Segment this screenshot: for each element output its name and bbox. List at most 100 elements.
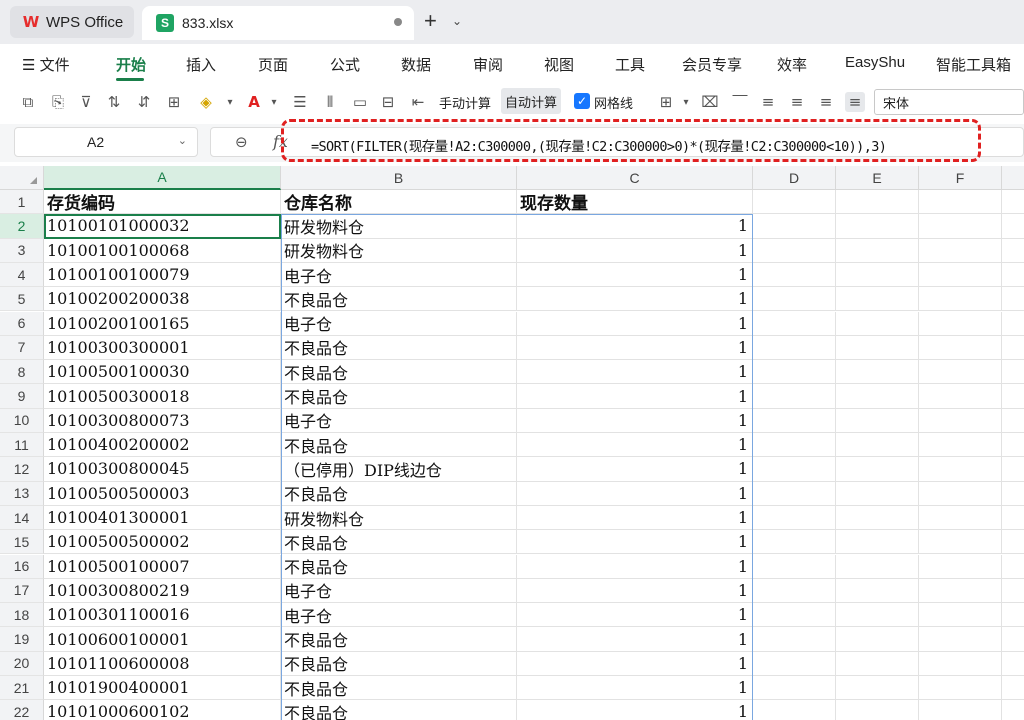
menu-item-data[interactable]: 数据 bbox=[401, 54, 431, 75]
cell[interactable] bbox=[753, 457, 836, 482]
cell[interactable] bbox=[1002, 384, 1024, 409]
cell[interactable] bbox=[836, 651, 919, 676]
cell[interactable]: 10101100600008 bbox=[44, 651, 281, 676]
cell[interactable]: 10100301100016 bbox=[44, 603, 281, 628]
cell[interactable] bbox=[1002, 190, 1024, 215]
cell[interactable] bbox=[919, 408, 1002, 433]
sort-asc-icon[interactable]: ⇅ bbox=[104, 92, 124, 112]
new-tab-button[interactable]: + bbox=[424, 10, 437, 32]
cell[interactable]: 10100500500003 bbox=[44, 481, 281, 506]
cell[interactable] bbox=[1002, 457, 1024, 482]
cell[interactable]: 10100100100079 bbox=[44, 262, 281, 288]
cell[interactable] bbox=[836, 262, 919, 288]
cell[interactable] bbox=[753, 481, 836, 506]
cell[interactable]: 1 bbox=[517, 238, 753, 263]
cell[interactable] bbox=[836, 433, 919, 458]
cell[interactable] bbox=[1002, 627, 1024, 652]
border-icon[interactable]: ⊞ bbox=[164, 92, 184, 112]
cell[interactable]: 1 bbox=[517, 603, 753, 628]
cell[interactable]: 不良品仓 bbox=[281, 651, 517, 676]
cell[interactable] bbox=[753, 651, 836, 676]
cell[interactable] bbox=[836, 700, 919, 720]
cell[interactable]: （已停用）DIP线边仓 bbox=[281, 457, 517, 482]
cell[interactable] bbox=[1002, 214, 1024, 239]
cell[interactable] bbox=[836, 238, 919, 263]
cell[interactable] bbox=[919, 505, 1002, 531]
column-header-d[interactable]: D bbox=[753, 166, 836, 190]
cell[interactable] bbox=[836, 335, 919, 361]
cell[interactable] bbox=[836, 287, 919, 312]
cell[interactable]: 不良品仓 bbox=[281, 360, 517, 385]
cell[interactable] bbox=[1002, 676, 1024, 701]
layout-icon[interactable]: ⊞ bbox=[656, 92, 676, 112]
wps-home-tab[interactable]: W WPS Office bbox=[10, 6, 134, 38]
menu-item-view[interactable]: 视图 bbox=[544, 54, 574, 75]
cell[interactable]: 电子仓 bbox=[281, 262, 517, 288]
menu-item-formula[interactable]: 公式 bbox=[330, 54, 360, 75]
file-menu[interactable]: ☰ 文件 bbox=[22, 54, 70, 75]
cell[interactable] bbox=[836, 457, 919, 482]
cell[interactable]: 10101000600102 bbox=[44, 700, 281, 720]
menu-item-insert[interactable]: 插入 bbox=[186, 54, 216, 75]
name-box[interactable]: A2 ⌄ bbox=[14, 127, 198, 157]
chevron-down-icon[interactable]: ⌄ bbox=[452, 14, 462, 28]
cell[interactable] bbox=[753, 408, 836, 433]
table-icon[interactable]: ⊟ bbox=[378, 92, 398, 112]
formula-input[interactable]: ⊖ fx =SORT(FILTER(现存量!A2:C300000,(现存量!C2… bbox=[210, 127, 1024, 157]
row-header[interactable]: 18 bbox=[0, 603, 44, 628]
cell[interactable] bbox=[919, 530, 1002, 555]
cell[interactable]: 10100500500002 bbox=[44, 530, 281, 555]
cell[interactable] bbox=[919, 627, 1002, 652]
cell[interactable] bbox=[836, 530, 919, 555]
row-header[interactable]: 14 bbox=[0, 505, 44, 531]
merge-icon[interactable]: ⇤ bbox=[408, 92, 428, 112]
align-top-icon[interactable]: ⎺ bbox=[730, 92, 750, 112]
cell[interactable]: 10100401300001 bbox=[44, 505, 281, 531]
align-justify-icon[interactable]: ≡ bbox=[845, 92, 865, 112]
cell[interactable]: 不良品仓 bbox=[281, 287, 517, 312]
cell[interactable]: 不良品仓 bbox=[281, 627, 517, 652]
cell[interactable] bbox=[919, 311, 1002, 336]
cell[interactable] bbox=[753, 554, 836, 579]
cell[interactable]: 1 bbox=[517, 578, 753, 604]
cell[interactable]: 1 bbox=[517, 433, 753, 458]
cell[interactable] bbox=[1002, 555, 1024, 579]
cell[interactable] bbox=[753, 627, 836, 652]
cell[interactable] bbox=[919, 287, 1002, 312]
cell[interactable]: 10100100100068 bbox=[44, 238, 281, 263]
cell[interactable] bbox=[753, 433, 836, 458]
cell[interactable] bbox=[1002, 312, 1024, 336]
cell[interactable] bbox=[836, 505, 919, 531]
row-header[interactable]: 22 bbox=[0, 700, 44, 720]
row-header[interactable]: 21 bbox=[0, 676, 44, 701]
gridlines-checkbox[interactable]: ✓ bbox=[574, 93, 590, 109]
unsaved-dot-icon[interactable] bbox=[394, 18, 402, 26]
cell[interactable]: 不良品仓 bbox=[281, 433, 517, 458]
sort-desc-icon[interactable]: ⇵ bbox=[134, 92, 154, 112]
row-header[interactable]: 2 bbox=[0, 214, 44, 239]
cell[interactable] bbox=[1002, 482, 1024, 506]
row-header[interactable]: 12 bbox=[0, 457, 44, 482]
row-header[interactable]: 13 bbox=[0, 481, 44, 506]
row-header[interactable]: 19 bbox=[0, 627, 44, 652]
align-right-icon[interactable]: ≡ bbox=[816, 92, 836, 112]
column-header-e[interactable]: E bbox=[836, 166, 919, 190]
cell[interactable]: 1 bbox=[517, 335, 753, 361]
cell[interactable]: 不良品仓 bbox=[281, 481, 517, 506]
cell[interactable]: 仓库名称 bbox=[281, 190, 517, 215]
cell[interactable]: 1 bbox=[517, 262, 753, 288]
cell[interactable] bbox=[753, 505, 836, 531]
chevron-down-icon[interactable]: ▾ bbox=[676, 92, 696, 112]
column-header-c[interactable]: C bbox=[517, 166, 753, 190]
cell[interactable]: 10100200200038 bbox=[44, 287, 281, 312]
cell[interactable] bbox=[753, 190, 836, 215]
freeze-icon[interactable]: ▭ bbox=[350, 92, 370, 112]
cell[interactable] bbox=[1002, 287, 1024, 312]
fill-color-icon[interactable]: ◈ bbox=[196, 92, 216, 112]
cell[interactable] bbox=[836, 214, 919, 239]
cell[interactable] bbox=[1002, 409, 1024, 433]
cell[interactable] bbox=[753, 360, 836, 385]
cell[interactable] bbox=[753, 287, 836, 312]
cell[interactable]: 不良品仓 bbox=[281, 554, 517, 579]
row-header[interactable]: 11 bbox=[0, 433, 44, 458]
